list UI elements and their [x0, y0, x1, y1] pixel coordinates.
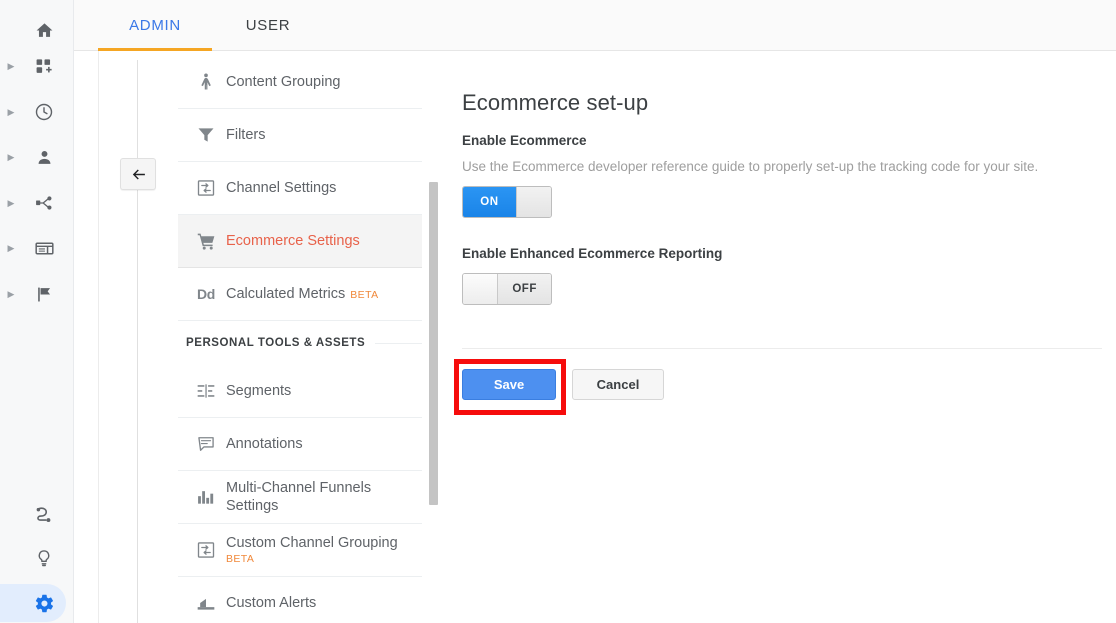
ecommerce-setup-panel: Ecommerce set-up Enable Ecommerce Use th…: [454, 56, 1102, 415]
menu-item-segments[interactable]: Segments: [178, 365, 422, 418]
home-icon: [22, 21, 66, 40]
settings-menu-list[interactable]: Content Grouping Filters Channel Setting…: [178, 56, 422, 623]
acquisition-share-icon: [22, 193, 66, 213]
menu-item-channel-settings[interactable]: Channel Settings: [178, 162, 422, 215]
realtime-clock-icon: [22, 102, 66, 122]
ecommerce-description: Use the Ecommerce developer reference gu…: [462, 159, 1039, 174]
alerts-icon: [186, 593, 226, 613]
back-arrow-icon: [132, 169, 145, 179]
menu-item-annotations[interactable]: Annotations: [178, 418, 422, 471]
enable-ecommerce-label: Enable Ecommerce: [462, 133, 587, 148]
menu-item-custom-channel-grouping[interactable]: Custom Channel Grouping BETA: [178, 524, 422, 577]
tab-user-label: USER: [245, 17, 291, 34]
app-root: ▶ ▶ ▶ ▶ ▶ ▶ ADMIN USER Content Grouping …: [0, 0, 1116, 623]
form-actions: Save Cancel: [454, 359, 1102, 415]
discover-bulb-icon: [22, 548, 66, 568]
chevron-right-icon: ▶: [7, 106, 15, 117]
attribution-path-icon: [22, 503, 66, 524]
back-button[interactable]: [120, 158, 156, 190]
admin-gear-icon: [22, 593, 66, 614]
menu-item-label: Segments: [226, 382, 292, 399]
left-nav-rail: ▶ ▶ ▶ ▶ ▶ ▶: [0, 0, 74, 623]
shopping-cart-icon: [186, 231, 226, 252]
rail-item-behavior[interactable]: ▶: [0, 225, 74, 271]
content-grouping-icon: [186, 72, 226, 92]
save-button[interactable]: Save: [462, 369, 556, 400]
enable-enhanced-toggle[interactable]: OFF: [462, 273, 552, 305]
cancel-button[interactable]: Cancel: [572, 369, 664, 400]
tab-admin-label: ADMIN: [129, 17, 181, 34]
annotations-bubble-icon: [186, 434, 226, 454]
rail-item-customization[interactable]: ▶: [0, 43, 74, 89]
conversions-flag-icon: [22, 285, 66, 304]
rail-item-conversions[interactable]: ▶: [0, 271, 74, 317]
rail-item-audience[interactable]: ▶: [0, 134, 74, 180]
chevron-right-icon: ▶: [7, 197, 15, 208]
toggle-on-half: [463, 274, 499, 304]
menu-item-label: Custom Alerts: [226, 594, 317, 611]
rail-item-admin[interactable]: [0, 580, 74, 623]
beta-badge: BETA: [350, 288, 379, 301]
section-rule: [375, 342, 422, 344]
enable-enhanced-label: Enable Enhanced Ecommerce Reporting: [462, 246, 723, 261]
channel-settings-icon: [186, 178, 226, 198]
dd-glyph: Dd: [196, 286, 216, 302]
rail-item-acquisition[interactable]: ▶: [0, 180, 74, 226]
toggle-on-label: ON: [463, 187, 516, 217]
toggle-off-half: [515, 187, 551, 217]
top-tab-bar: ADMIN USER: [74, 0, 1116, 51]
menu-item-ecommerce-settings[interactable]: Ecommerce Settings: [178, 215, 422, 268]
chevron-right-icon: ▶: [7, 242, 15, 253]
chevron-right-icon: ▶: [7, 60, 15, 71]
bar-chart-icon: [186, 487, 226, 507]
chevron-right-icon: ▶: [7, 151, 15, 162]
save-button-label: Save: [493, 377, 525, 392]
segments-icon: [186, 381, 226, 401]
menu-item-label: Multi-Channel Funnels Settings: [226, 479, 372, 514]
menu-item-label: Calculated Metrics BETA: [226, 285, 379, 303]
menu-item-label: Content Grouping: [226, 73, 341, 90]
chevron-right-icon: ▶: [7, 288, 15, 299]
menu-item-filters[interactable]: Filters: [178, 109, 422, 162]
enable-ecommerce-toggle[interactable]: ON: [462, 186, 552, 218]
menu-item-label: Annotations: [226, 435, 303, 452]
menu-section-title: PERSONAL TOOLS & ASSETS: [186, 337, 366, 349]
form-divider: [462, 348, 1102, 349]
filter-funnel-icon: [186, 125, 226, 145]
menu-item-text: Custom Channel Grouping: [226, 534, 398, 551]
menu-item-multi-channel-funnels[interactable]: Multi-Channel Funnels Settings: [178, 471, 422, 524]
menu-item-label: Channel Settings: [226, 179, 337, 196]
menu-item-label: Filters: [226, 126, 266, 143]
menu-item-label: Custom Channel Grouping BETA: [226, 534, 398, 566]
menu-item-calculated-metrics[interactable]: Dd Calculated Metrics BETA: [178, 268, 422, 321]
behavior-window-icon: [22, 238, 66, 259]
tab-admin[interactable]: ADMIN: [98, 0, 212, 51]
rail-item-discover[interactable]: [0, 535, 74, 581]
menu-scrollbar-thumb[interactable]: [429, 182, 438, 505]
menu-item-label: Ecommerce Settings: [226, 232, 360, 249]
beta-badge: BETA: [226, 553, 255, 565]
menu-section-header: PERSONAL TOOLS & ASSETS: [178, 321, 422, 365]
toggle-off-label: OFF: [498, 274, 551, 304]
customization-icon: [22, 57, 66, 76]
dd-text-icon: Dd: [186, 286, 226, 302]
menu-item-text: Calculated Metrics: [226, 285, 346, 302]
rail-item-attribution[interactable]: [0, 490, 74, 536]
menu-item-content-grouping[interactable]: Content Grouping: [178, 56, 422, 109]
menu-item-custom-alerts[interactable]: Custom Alerts: [178, 577, 422, 623]
audience-person-icon: [22, 148, 66, 167]
channel-settings-icon: [186, 540, 226, 560]
panel-divider: [137, 60, 138, 623]
cancel-button-label: Cancel: [596, 377, 640, 392]
page-title: Ecommerce set-up: [462, 90, 649, 115]
tab-user[interactable]: USER: [226, 0, 310, 51]
rail-item-realtime[interactable]: ▶: [0, 89, 74, 135]
